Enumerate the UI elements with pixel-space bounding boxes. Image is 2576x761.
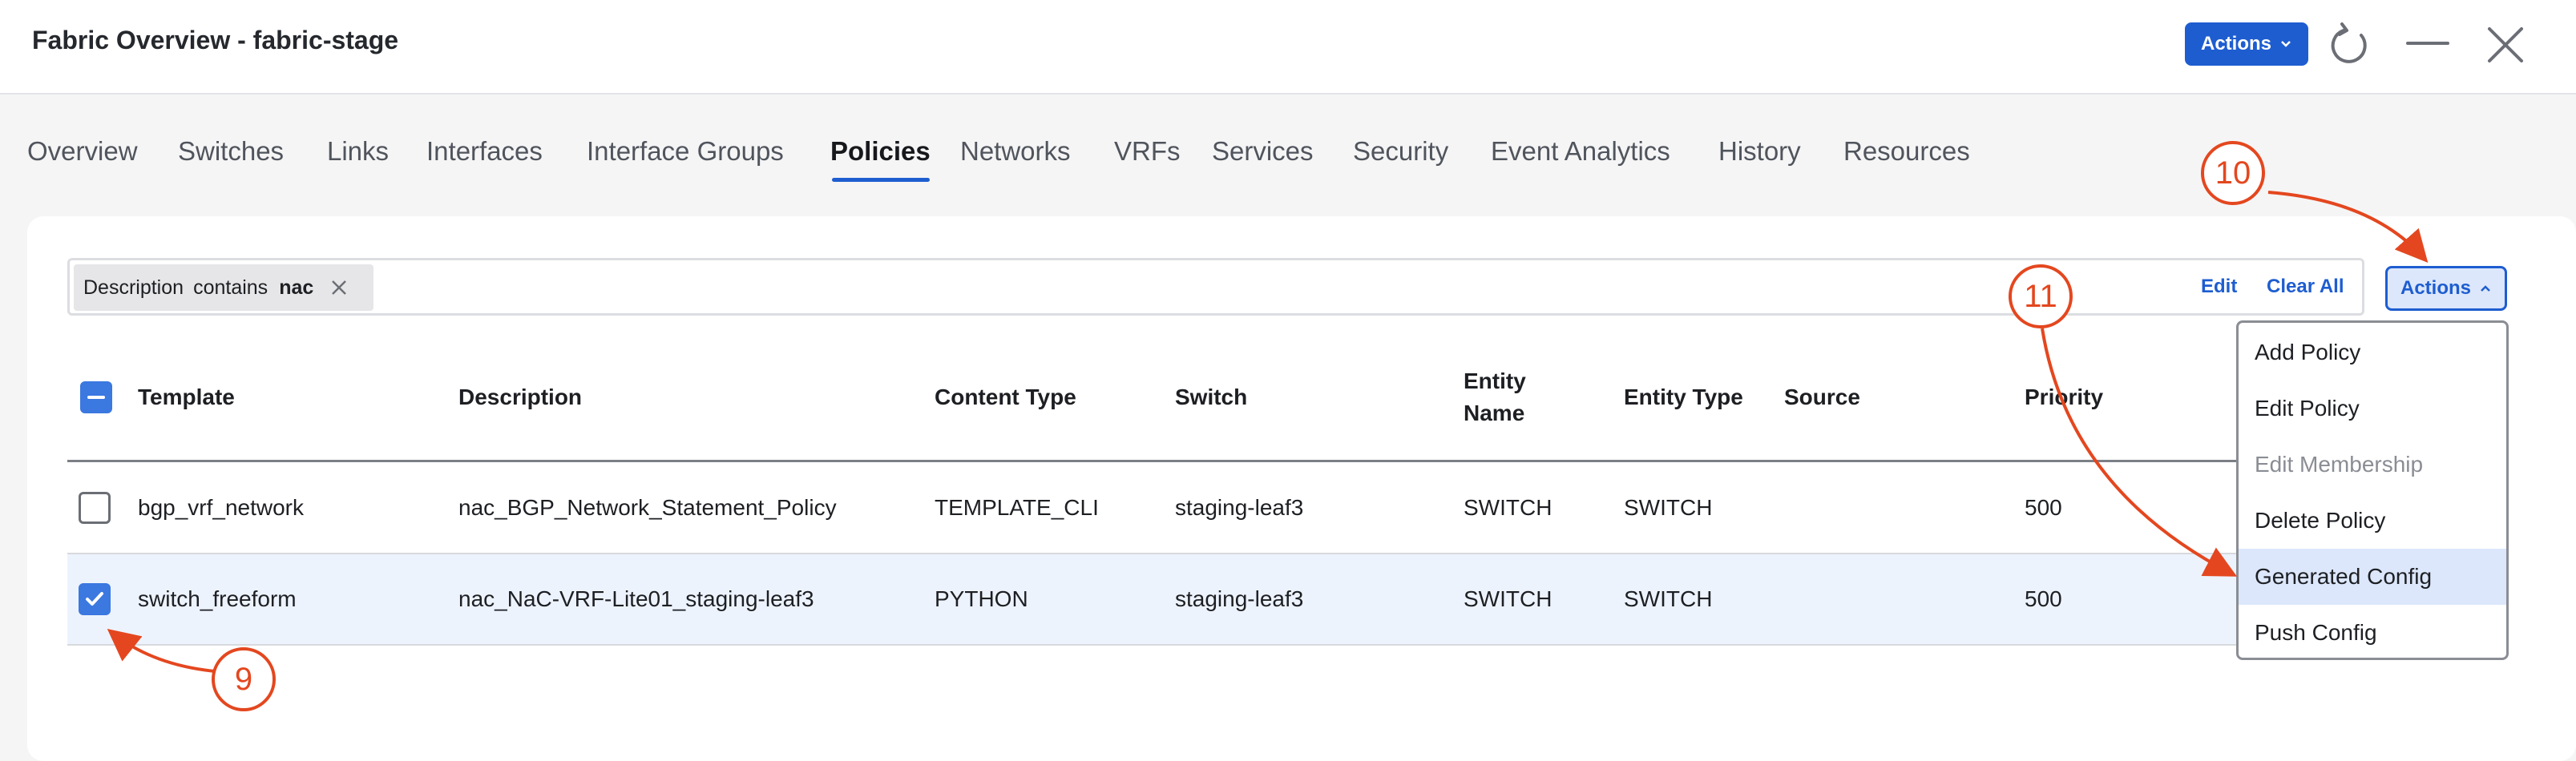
tab-switches[interactable]: Switches (178, 136, 284, 167)
window-header: Fabric Overview - fabric-stage Actions (0, 0, 2576, 95)
cell-template: switch_freeform (138, 586, 297, 611)
menu-item-add-policy[interactable]: Add Policy (2239, 324, 2506, 380)
tab-bar: Overview Switches Links Interfaces Inter… (0, 120, 2576, 192)
column-header-entity-name[interactable]: Entity Name (1464, 365, 1552, 429)
remove-filter-icon[interactable] (329, 278, 349, 297)
table-row[interactable] (67, 463, 2247, 553)
cell-content-type: TEMPLATE_CLI (935, 495, 1099, 520)
refresh-icon[interactable] (2326, 21, 2374, 69)
cell-description: nac_NaC-VRF-Lite01_staging-leaf3 (458, 586, 814, 611)
cell-entity-name: SWITCH (1464, 495, 1552, 520)
checkbox-checked-icon (86, 592, 103, 606)
tab-history[interactable]: History (1718, 136, 1801, 167)
row-divider (67, 644, 2247, 646)
tab-security[interactable]: Security (1353, 136, 1448, 167)
cell-template: bgp_vrf_network (138, 495, 305, 520)
tab-networks[interactable]: Networks (960, 136, 1071, 167)
tab-policies[interactable]: Policies (830, 136, 931, 167)
cell-priority: 500 (2025, 586, 2062, 611)
row-checkbox[interactable] (79, 492, 111, 524)
tab-vrfs[interactable]: VRFs (1114, 136, 1181, 167)
chevron-down-icon (2281, 41, 2291, 47)
menu-item-generated-config[interactable]: Generated Config (2239, 549, 2506, 605)
cell-entity-type: SWITCH (1624, 495, 1713, 520)
column-header-priority[interactable]: Priority (2025, 381, 2103, 413)
filter-chip-value: nac (279, 276, 314, 299)
menu-item-push-config[interactable]: Push Config (2239, 605, 2506, 661)
table-actions-label: Actions (2400, 277, 2471, 299)
page-title: Fabric Overview - fabric-stage (32, 26, 399, 54)
cell-priority: 500 (2025, 495, 2062, 520)
header-actions-label: Actions (2200, 33, 2271, 54)
row-checkbox[interactable] (79, 583, 111, 615)
callout-9: 9 (212, 647, 276, 711)
tab-event-analytics[interactable]: Event Analytics (1491, 136, 1670, 167)
clear-all-link[interactable]: Clear All (2267, 276, 2344, 298)
header-actions-button[interactable]: Actions (2185, 22, 2308, 66)
close-icon[interactable] (2481, 21, 2530, 69)
tab-resources[interactable]: Resources (1843, 136, 1970, 167)
column-header-source[interactable]: Source (1784, 381, 1860, 413)
chevron-up-icon (2481, 285, 2490, 292)
tab-overview[interactable]: Overview (27, 136, 138, 167)
filter-chip: Description contains nac (74, 264, 373, 311)
column-header-template[interactable]: Template (138, 381, 235, 413)
column-header-description[interactable]: Description (458, 381, 582, 413)
tab-links[interactable]: Links (327, 136, 389, 167)
table-row[interactable] (67, 554, 2247, 644)
callout-11: 11 (2009, 264, 2073, 328)
menu-item-delete-policy[interactable]: Delete Policy (2239, 493, 2506, 549)
callout-10: 10 (2201, 141, 2265, 205)
tab-interfaces[interactable]: Interfaces (426, 136, 543, 167)
tab-interface-groups[interactable]: Interface Groups (587, 136, 784, 167)
tab-services[interactable]: Services (1212, 136, 1314, 167)
filter-chip-field: Description (83, 276, 184, 299)
filter-chip-operator: contains (193, 276, 269, 299)
column-header-content-type[interactable]: Content Type (935, 381, 1076, 413)
table-header-divider (67, 460, 2247, 462)
cell-description: nac_BGP_Network_Statement_Policy (458, 495, 837, 520)
column-header-entity-type[interactable]: Entity Type (1624, 381, 1743, 413)
checkbox-indeterminate-icon (87, 396, 105, 399)
actions-dropdown-menu: Add Policy Edit Policy Edit Membership D… (2236, 320, 2509, 660)
minimize-icon[interactable] (2403, 21, 2451, 69)
edit-filter-link[interactable]: Edit (2201, 276, 2237, 298)
menu-item-edit-membership: Edit Membership (2255, 452, 2424, 477)
menu-item-edit-policy[interactable]: Edit Policy (2239, 380, 2506, 437)
column-header-switch[interactable]: Switch (1175, 381, 1247, 413)
cell-entity-name: SWITCH (1464, 586, 1552, 611)
cell-content-type: PYTHON (935, 586, 1028, 611)
cell-entity-type: SWITCH (1624, 586, 1713, 611)
active-tab-indicator (832, 178, 930, 182)
table-actions-button[interactable]: Actions (2385, 266, 2507, 311)
cell-switch: staging-leaf3 (1175, 586, 1304, 611)
cell-switch: staging-leaf3 (1175, 495, 1304, 520)
select-all-checkbox[interactable] (80, 381, 112, 413)
